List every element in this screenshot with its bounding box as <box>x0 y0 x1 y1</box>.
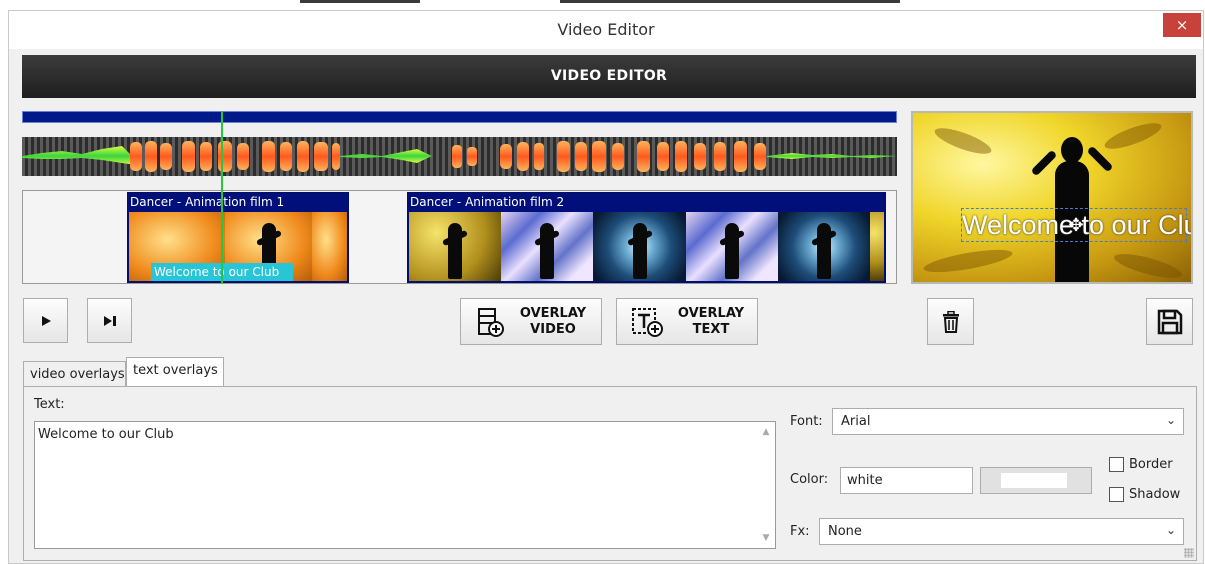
playhead-track[interactable] <box>22 111 897 123</box>
delete-button[interactable] <box>927 298 974 345</box>
skip-next-icon <box>103 315 116 326</box>
border-label: Border <box>1129 457 1173 472</box>
thumbnail <box>409 212 502 281</box>
overlay-text-field[interactable]: Welcome to our Club ▲ ▼ <box>34 421 776 549</box>
video-clip-2[interactable]: Dancer - Animation film 2 <box>407 192 886 283</box>
video-editor-window: Video Editor × VIDEO EDITOR Dancer - Ani… <box>8 10 1204 564</box>
color-value: white <box>847 473 883 488</box>
fx-label: Fx: <box>790 524 810 539</box>
font-select[interactable]: Arial ⌄ <box>832 408 1184 435</box>
fx-value: None <box>828 524 862 539</box>
text-label: Text: <box>34 397 65 412</box>
video-track[interactable]: Dancer - Animation film 1 Dancer - Anima… <box>22 190 897 284</box>
thumbnail <box>593 212 686 281</box>
close-button[interactable]: × <box>1163 13 1201 37</box>
play-button[interactable] <box>23 298 68 343</box>
scroll-down-icon[interactable]: ▼ <box>758 531 774 545</box>
tab-text-overlays[interactable]: text overlays <box>126 357 224 387</box>
clip-title: Dancer - Animation film 1 <box>130 195 285 209</box>
shadow-label: Shadow <box>1129 487 1181 502</box>
scroll-up-icon[interactable]: ▲ <box>758 425 774 439</box>
thumbnail <box>777 212 871 281</box>
editor-header: VIDEO EDITOR <box>22 55 1196 98</box>
chevron-down-icon: ⌄ <box>1165 523 1176 537</box>
save-button[interactable] <box>1146 298 1193 345</box>
audio-waveform-track <box>22 137 897 176</box>
thumbnail <box>685 212 778 281</box>
tab-video-overlays[interactable]: video overlays <box>23 361 126 387</box>
resize-grip-icon[interactable] <box>1184 548 1194 558</box>
font-label: Font: <box>790 414 823 429</box>
color-label: Color: <box>790 472 829 487</box>
playhead[interactable] <box>221 111 223 284</box>
clip-title: Dancer - Animation film 2 <box>410 195 565 209</box>
shadow-checkbox[interactable]: Shadow <box>1109 487 1180 502</box>
overlay-video-label: OVERLAY VIDEO <box>519 305 587 337</box>
thumbnail <box>501 212 594 281</box>
color-picker-button[interactable] <box>980 467 1092 494</box>
clip-thumbnails <box>409 212 884 281</box>
window-title: Video Editor <box>557 20 655 39</box>
desktop-top-strip <box>0 0 1205 10</box>
color-input[interactable]: white <box>840 467 973 494</box>
timeline[interactable]: Dancer - Animation film 1 Dancer - Anima… <box>22 111 897 284</box>
color-swatch <box>1001 473 1067 488</box>
overlay-video-button[interactable]: OVERLAY VIDEO <box>460 298 602 345</box>
border-checkbox[interactable]: Border <box>1109 457 1173 472</box>
skip-next-button[interactable] <box>87 298 132 343</box>
title-bar: Video Editor × <box>9 11 1203 49</box>
chevron-down-icon: ⌄ <box>1165 413 1176 427</box>
play-icon <box>41 315 51 326</box>
overlay-text-value: Welcome to our Club <box>38 427 174 442</box>
trash-icon <box>942 310 959 333</box>
film-add-icon <box>477 307 504 337</box>
video-preview[interactable]: Welcome to our Club ✥ <box>911 111 1193 284</box>
textarea-scrollbar[interactable]: ▲ ▼ <box>758 423 774 547</box>
border-checkbox-box[interactable] <box>1109 457 1124 472</box>
floppy-disk-icon <box>1157 309 1182 334</box>
fx-select[interactable]: None ⌄ <box>819 518 1184 545</box>
thumbnail <box>312 212 347 281</box>
text-overlay-panel: Text: Welcome to our Club ▲ ▼ Font: Aria… <box>23 386 1197 561</box>
overlay-text-label: OVERLAY TEXT <box>677 305 745 337</box>
move-icon[interactable]: ✥ <box>1066 216 1086 236</box>
font-value: Arial <box>841 414 871 429</box>
shadow-checkbox-box[interactable] <box>1109 487 1124 502</box>
thumbnail <box>870 212 884 281</box>
overlay-text-button[interactable]: OVERLAY TEXT <box>616 298 758 345</box>
text-add-icon <box>631 307 663 337</box>
audio-waveform <box>22 141 897 172</box>
